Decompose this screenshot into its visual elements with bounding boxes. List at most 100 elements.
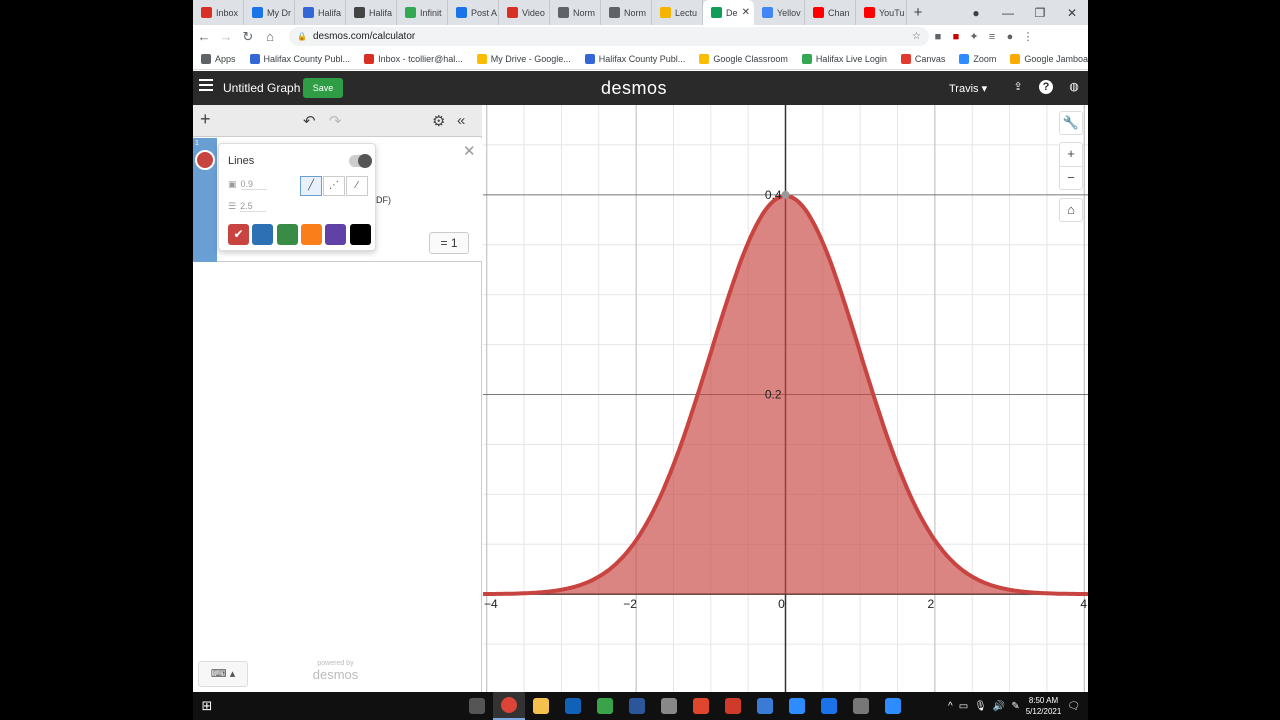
taskbar-zoom-icon[interactable] xyxy=(781,692,813,720)
graph-paper[interactable]: −4 −2 0 2 4 0.2 0.4 🔧 + − ⌂ xyxy=(483,105,1088,692)
bookmark-item[interactable]: My Drive - Google... xyxy=(476,53,571,64)
browser-tab[interactable]: Post A xyxy=(448,0,499,25)
browser-tab[interactable]: Yellov xyxy=(754,0,805,25)
solid-line-style-icon[interactable]: ╱ xyxy=(300,176,322,196)
color-style-icon[interactable] xyxy=(195,150,215,170)
taskbar-tools-icon[interactable] xyxy=(845,692,877,720)
zoom-out-button[interactable]: − xyxy=(1059,166,1083,190)
extension-icon[interactable]: ■ xyxy=(929,31,947,43)
taskbar-app-2-icon[interactable] xyxy=(589,692,621,720)
redo-icon[interactable]: ↷ xyxy=(329,112,342,130)
taskbar-red-app-icon[interactable] xyxy=(685,692,717,720)
graph-title[interactable]: Untitled Graph xyxy=(223,81,300,95)
address-bar[interactable]: 🔒 desmos.com/calculator ☆ xyxy=(289,27,929,46)
bookmark-item[interactable]: Zoom xyxy=(959,53,996,64)
user-menu[interactable]: Travis ▾ xyxy=(949,82,987,95)
taskbar-w-app-icon[interactable] xyxy=(813,692,845,720)
color-swatch[interactable] xyxy=(300,224,322,245)
globe-icon[interactable]: ◍ xyxy=(1067,80,1081,94)
network-icon[interactable]: ▭ xyxy=(959,701,968,712)
color-swatch-selected[interactable]: ✔ xyxy=(228,224,249,245)
bookmark-item[interactable]: Canvas xyxy=(900,53,945,64)
opacity-value[interactable]: 0.9 xyxy=(240,179,267,190)
bookmark-item[interactable]: Halifax County Publ... xyxy=(584,53,685,64)
expression-text[interactable]: DF) xyxy=(376,195,391,205)
dotted-line-style-icon[interactable]: ⁄ xyxy=(346,176,368,196)
taskbar-printer-icon[interactable] xyxy=(653,692,685,720)
browser-tab[interactable]: Infinit xyxy=(397,0,448,25)
notifications-icon[interactable]: 🗨 xyxy=(1067,701,1080,712)
browser-tab[interactable]: Norm xyxy=(550,0,601,25)
pdf-extension-icon[interactable]: ■ xyxy=(947,31,965,43)
undo-icon[interactable]: ↶ xyxy=(303,112,316,130)
bookmark-item[interactable]: Apps xyxy=(201,53,236,64)
taskbar-chrome-icon[interactable] xyxy=(493,692,525,720)
pen-icon[interactable]: ✎ xyxy=(1011,701,1019,712)
close-tab-icon[interactable]: ✕ xyxy=(742,7,750,18)
browser-tab[interactable]: Video xyxy=(499,0,550,25)
windows-start-icon[interactable]: ⊞ xyxy=(193,698,221,714)
zoom-in-button[interactable]: + xyxy=(1059,142,1083,166)
graph-canvas[interactable]: −4 −2 0 2 4 0.2 0.4 xyxy=(483,105,1088,692)
tray-chevron-icon[interactable]: ^ xyxy=(948,701,953,712)
menu-icon[interactable]: ⋮ xyxy=(1019,30,1037,43)
volume-icon[interactable]: 🔊 xyxy=(993,701,1005,712)
bookmark-item[interactable]: Google Classroom xyxy=(699,53,788,64)
browser-tab[interactable]: My Dr xyxy=(244,0,295,25)
forward-icon[interactable]: → xyxy=(215,29,237,44)
help-icon[interactable]: ? xyxy=(1039,80,1053,94)
taskbar-zoom-2-icon[interactable] xyxy=(877,692,909,720)
browser-tab-active[interactable]: De ✕ xyxy=(703,0,754,25)
taskbar-word-icon[interactable] xyxy=(621,692,653,720)
bookmark-item[interactable]: Inbox - tcollier@hal... xyxy=(364,53,463,64)
back-icon[interactable]: ← xyxy=(193,29,215,44)
home-view-icon[interactable]: ⌂ xyxy=(1059,198,1083,222)
puzzle-icon[interactable]: ✦ xyxy=(965,30,983,43)
profile-icon[interactable]: ● xyxy=(960,6,992,20)
taskbar-red-app-2-icon[interactable] xyxy=(717,692,749,720)
close-window-button[interactable]: ✕ xyxy=(1056,6,1088,20)
mic-icon[interactable]: 🎙 xyxy=(974,701,987,712)
bookmark-star-icon[interactable]: ☆ xyxy=(912,31,921,42)
taskbar-explorer-icon[interactable] xyxy=(525,692,557,720)
share-icon[interactable]: ⇪ xyxy=(1011,80,1025,94)
browser-tab[interactable]: YouTu xyxy=(856,0,907,25)
color-swatch[interactable] xyxy=(276,224,298,245)
minimize-button[interactable]: — xyxy=(992,6,1024,20)
bookmark-item[interactable]: Google Jamboard xyxy=(1010,53,1088,64)
settings-gear-icon[interactable]: ⚙ xyxy=(432,112,445,130)
width-control[interactable]: ☰ 2.5 xyxy=(228,201,267,212)
browser-tab[interactable]: Chan xyxy=(805,0,856,25)
taskbar-outlook-icon[interactable] xyxy=(557,692,589,720)
browser-tab[interactable]: Norm xyxy=(601,0,652,25)
delete-expression-icon[interactable]: ✕ xyxy=(463,142,476,160)
profile-avatar[interactable]: ● xyxy=(1001,31,1019,43)
save-button[interactable]: Save xyxy=(303,78,343,98)
home-icon[interactable]: ⌂ xyxy=(259,29,281,44)
browser-tab[interactable]: Halifa xyxy=(346,0,397,25)
reload-icon[interactable]: ↻ xyxy=(237,29,259,45)
taskbar-photos-icon[interactable] xyxy=(749,692,781,720)
browser-tab[interactable]: Halifa xyxy=(295,0,346,25)
width-value[interactable]: 2.5 xyxy=(240,201,267,212)
dashed-line-style-icon[interactable]: ⋰ xyxy=(323,176,345,196)
expression-row[interactable]: 1 DF) ✕ = 1 Lines ▣ 0.9 ☰ 2.5 ╱ ⋰ ⁄ ✔ xyxy=(193,138,482,262)
keyboard-toggle-button[interactable]: ⌨ ▴ xyxy=(198,661,248,687)
add-item-icon[interactable]: + xyxy=(200,109,211,130)
color-swatch[interactable] xyxy=(325,224,347,245)
browser-tab[interactable]: Inbox xyxy=(193,0,244,25)
color-swatch[interactable] xyxy=(252,224,274,245)
collapse-panel-icon[interactable]: « xyxy=(457,112,465,129)
hamburger-menu-icon[interactable] xyxy=(199,79,213,94)
bookmark-item[interactable]: Halifax Live Login xyxy=(801,53,887,64)
new-tab-button[interactable]: + xyxy=(907,4,929,21)
graph-settings-wrench-icon[interactable]: 🔧 xyxy=(1059,111,1083,135)
reading-list-icon[interactable]: ≡ xyxy=(983,31,1001,43)
restore-button[interactable]: ❐ xyxy=(1024,6,1056,20)
color-swatch[interactable] xyxy=(349,224,371,245)
clock[interactable]: 8:50 AM 5/12/2021 xyxy=(1026,695,1062,717)
taskbar-task-view-icon[interactable] xyxy=(461,692,493,720)
bookmark-item[interactable]: Halifax County Publ... xyxy=(249,53,350,64)
opacity-control[interactable]: ▣ 0.9 xyxy=(228,179,267,190)
lines-toggle[interactable] xyxy=(349,154,372,168)
